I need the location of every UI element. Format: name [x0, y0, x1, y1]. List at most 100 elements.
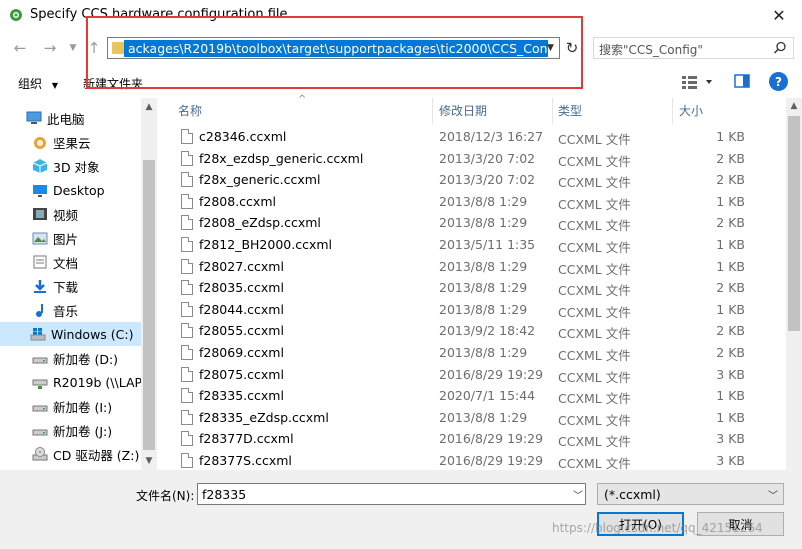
- file-row[interactable]: f28027.ccxml 2013/8/8 1:29 CCXML 文件 1 KB: [160, 256, 786, 278]
- organize-button[interactable]: 组织 ▼: [18, 75, 58, 92]
- nav-item[interactable]: Windows (C:): [0, 322, 141, 346]
- file-list-scrollbar[interactable]: ▲: [786, 98, 802, 470]
- file-date: 2016/8/29 19:29: [439, 453, 544, 468]
- file-name: f28335_eZdsp.ccxml: [199, 409, 329, 425]
- file-type: CCXML 文件: [558, 326, 631, 342]
- up-button[interactable]: ↑: [84, 37, 104, 59]
- file-icon: [181, 366, 193, 382]
- file-icon: [181, 409, 193, 425]
- file-type-select[interactable]: (*.ccxml) ﹀: [597, 483, 784, 505]
- file-type: CCXML 文件: [558, 348, 631, 363]
- file-row[interactable]: f28377S.ccxml 2016/8/29 19:29 CCXML 文件 3 KB: [160, 450, 786, 470]
- file-row[interactable]: f28377D.ccxml 2016/8/29 19:29 CCXML 文件 3 KB: [160, 428, 786, 450]
- back-button[interactable]: ←: [10, 37, 30, 59]
- nav-item[interactable]: 3D 对象: [0, 154, 141, 178]
- file-row[interactable]: f28x_generic.ccxml 2013/3/20 7:02 CCXML 文件…: [160, 169, 786, 191]
- search-box[interactable]: 搜索"CCS_Config": [593, 37, 794, 59]
- column-header-name[interactable]: 名称: [178, 98, 202, 124]
- file-icon: [181, 258, 193, 274]
- nav-item[interactable]: Desktop: [0, 178, 141, 202]
- file-row[interactable]: f2808.ccxml 2013/8/8 1:29 CCXML 文件 1 KB: [160, 191, 786, 213]
- help-button[interactable]: ?: [769, 72, 788, 91]
- search-icon: [773, 41, 786, 54]
- file-row[interactable]: f28044.ccxml 2013/8/8 1:29 CCXML 文件 1 KB: [160, 299, 786, 321]
- file-row[interactable]: f2808_eZdsp.ccxml 2013/8/8 1:29 CCXML 文件 2 …: [160, 212, 786, 234]
- nav-item-label: 新加卷 (J:): [53, 423, 113, 439]
- recent-locations-button[interactable]: ▼: [63, 37, 83, 59]
- column-divider[interactable]: [672, 98, 673, 124]
- nav-item[interactable]: 此电脑: [0, 106, 141, 130]
- nav-item[interactable]: 视频: [0, 202, 141, 226]
- file-type: CCXML 文件: [558, 175, 631, 191]
- nav-item-label: 下载: [53, 279, 79, 295]
- file-type: CCXML 文件: [558, 240, 631, 255]
- nav-item[interactable]: 新加卷 (I:): [0, 394, 141, 418]
- new-folder-button[interactable]: 新建文件夹: [83, 75, 143, 92]
- nav-item[interactable]: 文档: [0, 250, 141, 274]
- nav-item[interactable]: 音乐: [0, 298, 141, 322]
- file-list-scroll-thumb[interactable]: [788, 116, 800, 331]
- address-bar[interactable]: ackages\R2019b\toolbox\target\supportpac…: [107, 37, 560, 59]
- file-icon: [181, 150, 193, 166]
- nav-item[interactable]: CD 驱动器 (Z:): [0, 442, 141, 466]
- scroll-down-icon[interactable]: ▼: [144, 456, 154, 466]
- file-type: CCXML 文件: [558, 196, 631, 212]
- column-header-type[interactable]: 类型: [558, 98, 582, 124]
- address-path[interactable]: ackages\R2019b\toolbox\target\supportpac…: [124, 40, 548, 57]
- cancel-button[interactable]: 取消: [697, 512, 784, 536]
- navigation-pane: 此电脑坚果云 3D 对象 Desktop 视频 图片 文档下载音乐 Windows (C:)…: [0, 98, 157, 470]
- forward-button[interactable]: →: [40, 37, 60, 59]
- file-row[interactable]: c28346.ccxml 2018/12/3 16:27 CCXML 文件 1 KB: [160, 126, 786, 148]
- refresh-button[interactable]: ↻: [562, 38, 582, 58]
- filename-value[interactable]: f28335: [202, 487, 246, 502]
- nav-item[interactable]: 新加卷 (J:): [0, 418, 141, 442]
- chevron-down-icon[interactable]: ▼: [543, 39, 558, 57]
- network-drive-icon: [32, 379, 48, 389]
- nav-item-label: 坚果云: [53, 135, 91, 151]
- file-type: CCXML 文件: [558, 283, 631, 299]
- file-size: 2 KB: [716, 172, 745, 188]
- nav-item[interactable]: 下载: [0, 274, 141, 298]
- file-size: 2 KB: [716, 345, 745, 360]
- file-icon: [181, 345, 193, 360]
- nav-item[interactable]: R2019b (\\LAPT: [0, 370, 141, 394]
- file-size: 3 KB: [716, 431, 745, 447]
- file-size: 2 KB: [716, 280, 745, 296]
- file-row[interactable]: f28035.ccxml 2013/8/8 1:29 CCXML 文件 2 KB: [160, 277, 786, 299]
- close-button[interactable]: ✕: [756, 0, 802, 31]
- help-icon: ?: [775, 74, 782, 89]
- file-date: 2018/12/3 16:27: [439, 129, 544, 144]
- filename-input[interactable]: f28335 ﹀: [197, 483, 586, 505]
- music-icon: [36, 304, 43, 317]
- file-name: c28346.ccxml: [199, 129, 287, 144]
- nav-item[interactable]: 坚果云: [0, 130, 141, 154]
- chevron-down-icon: [706, 80, 712, 84]
- file-row[interactable]: f28x_ezdsp_generic.ccxml 2013/3/20 7:02 CC…: [160, 148, 786, 170]
- scroll-up-icon[interactable]: ▲: [144, 102, 154, 112]
- column-header-size[interactable]: 大小: [679, 98, 703, 124]
- file-row[interactable]: f28075.ccxml 2016/8/29 19:29 CCXML 文件 3 KB: [160, 364, 786, 386]
- preview-pane-button[interactable]: [734, 73, 750, 89]
- windows-drive-icon: [30, 328, 46, 341]
- view-options-button[interactable]: [682, 74, 716, 90]
- file-row[interactable]: f28069.ccxml 2013/8/8 1:29 CCXML 文件 2 KB: [160, 342, 786, 364]
- nav-item[interactable]: 新加卷 (D:): [0, 346, 141, 370]
- chevron-down-icon: ▼: [51, 81, 58, 90]
- column-divider[interactable]: [432, 98, 433, 124]
- file-row[interactable]: f28335_eZdsp.ccxml 2013/8/8 1:29 CCXML 文件 1…: [160, 407, 786, 429]
- file-row[interactable]: f28335.ccxml 2020/7/1 15:44 CCXML 文件 1 KB: [160, 385, 786, 407]
- nav-item-label: 新加卷 (I:): [53, 399, 113, 415]
- file-row[interactable]: f28055.ccxml 2013/9/2 18:42 CCXML 文件 2 KB: [160, 320, 786, 342]
- scroll-up-icon[interactable]: ▲: [789, 101, 799, 111]
- nav-scrollbar[interactable]: ▲ ▼: [141, 98, 157, 470]
- column-header-date[interactable]: 修改日期: [439, 98, 487, 124]
- column-divider[interactable]: [552, 98, 553, 124]
- file-name: f28069.ccxml: [199, 345, 284, 360]
- file-row[interactable]: f2812_BH2000.ccxml 2013/5/11 1:35 CCXML 文件…: [160, 234, 786, 256]
- nav-item[interactable]: 图片: [0, 226, 141, 250]
- nav-scroll-thumb[interactable]: [143, 160, 155, 450]
- file-date: 2013/8/8 1:29: [439, 345, 528, 360]
- chevron-down-icon[interactable]: ﹀: [573, 487, 583, 502]
- nav-item-label: 此电脑: [47, 111, 85, 127]
- open-button[interactable]: 打开(O): [597, 512, 684, 536]
